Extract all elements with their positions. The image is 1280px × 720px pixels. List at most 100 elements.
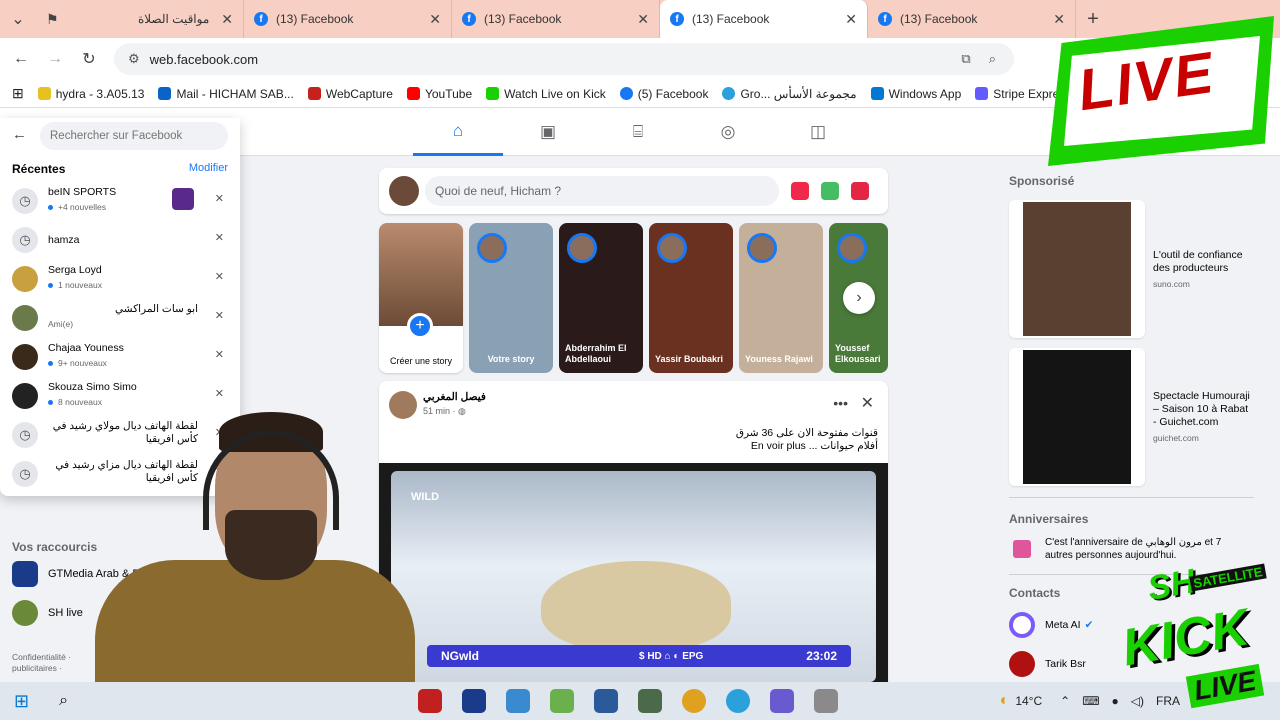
tab-list-button[interactable]: ⌄ <box>0 9 36 29</box>
chrome-icon[interactable] <box>682 689 707 713</box>
recent-item[interactable]: ابو سات المراكشي Ami(e) ✕ <box>12 301 228 337</box>
remove-icon[interactable]: ✕ <box>215 309 224 322</box>
url-field[interactable]: ⚙ web.facebook.com ⧉ ⌕ <box>114 43 1014 75</box>
search-input[interactable] <box>40 122 228 150</box>
more-options-icon[interactable]: ••• <box>833 395 848 411</box>
story-card[interactable]: Youness Rajawi <box>739 223 823 373</box>
bookmark[interactable]: Watch Live on Kick <box>486 87 606 101</box>
home-icon[interactable]: ⌂ <box>413 108 503 156</box>
ad-text[interactable]: L'outil de confiance des producteurs sun… <box>1153 249 1253 291</box>
calculator-icon[interactable] <box>594 689 619 713</box>
story-card[interactable]: Yassir Boubakri <box>649 223 733 373</box>
bookmark[interactable]: Mail - HICHAM SAB... <box>158 87 294 101</box>
edit-link[interactable]: Modifier <box>189 162 228 174</box>
keyboard-icon[interactable]: ⌨ <box>1082 694 1099 708</box>
browser-tab[interactable]: ⚑ مواقيت الصلاة ✕ <box>36 0 244 38</box>
back-arrow-icon[interactable]: ← <box>12 126 27 143</box>
recent-name: Skouza Simo Simo <box>48 381 137 393</box>
reel-icon[interactable] <box>851 182 869 200</box>
close-tab-icon[interactable]: ✕ <box>429 11 441 28</box>
plus-icon[interactable]: + <box>407 313 433 339</box>
taskbar-app-icon[interactable] <box>418 689 443 713</box>
browser-tab[interactable]: f (13) Facebook ✕ <box>244 0 452 38</box>
gaming-icon[interactable]: ◫ <box>773 108 863 156</box>
recent-item[interactable]: ◷ hamza ✕ <box>12 223 228 259</box>
taskbar-app-icon[interactable] <box>462 689 487 713</box>
photo-icon[interactable] <box>821 182 839 200</box>
tab-title: (13) Facebook <box>276 12 354 26</box>
post-video[interactable]: WILD NGwld $ HD ⌂ ◐ EPG 23:02 <box>379 463 888 682</box>
post-time[interactable]: 51 min · ◍ <box>423 406 466 417</box>
footer-links[interactable]: Confidentialité · publicitaires · <box>12 652 71 674</box>
ad-card[interactable] <box>1009 200 1145 338</box>
remove-icon[interactable]: ✕ <box>215 192 224 205</box>
close-tab-icon[interactable]: ✕ <box>637 11 649 28</box>
story-card[interactable]: Abderrahim El Abdellaoui <box>559 223 643 373</box>
forward-icon[interactable]: → <box>38 50 72 68</box>
create-story-card[interactable]: + Créer une story <box>379 223 463 373</box>
bookmark[interactable]: hydra - 3.A05.13 <box>37 86 145 101</box>
video-icon[interactable]: ▣ <box>503 108 593 156</box>
contact-item[interactable]: Tarik Bsr <box>1009 651 1086 677</box>
composer-input[interactable]: Quoi de neuf, Hicham ? <box>425 176 779 206</box>
bookmark[interactable]: YouTube <box>406 87 472 101</box>
ad-card[interactable] <box>1009 348 1145 486</box>
windows-start-icon[interactable]: ⊞ <box>14 691 29 712</box>
close-icon[interactable]: ✕ <box>861 393 874 413</box>
recent-item[interactable]: ◷ beIN SPORTS +4 nouvelles ✕ <box>12 184 228 220</box>
close-tab-icon[interactable]: ✕ <box>845 11 857 28</box>
taskbar-app-icon[interactable] <box>814 689 839 713</box>
taskbar-app-icon[interactable] <box>638 689 663 713</box>
bookmark-label: hydra - 3.A05.13 <box>55 86 145 101</box>
telegram-icon[interactable] <box>726 689 751 713</box>
recent-item[interactable]: Chajaa Youness 9+ nouveaux ✕ <box>12 340 228 376</box>
remove-icon[interactable]: ✕ <box>215 387 224 400</box>
chevron-up-icon[interactable]: ⌃ <box>1060 694 1070 708</box>
remove-icon[interactable]: ✕ <box>215 231 224 244</box>
story-card[interactable]: Votre story <box>469 223 553 373</box>
search-icon[interactable]: ⌕ <box>59 692 68 710</box>
recent-name: Serga Loyd <box>48 264 102 276</box>
install-icon[interactable]: ⧉ <box>961 51 970 67</box>
taskbar-app-icon[interactable] <box>770 689 795 713</box>
weather-temp[interactable]: 14°C <box>1015 694 1042 708</box>
bookmark[interactable]: (5) Facebook <box>619 87 708 101</box>
clock-icon: ◷ <box>12 422 38 448</box>
remove-icon[interactable]: ✕ <box>215 270 224 283</box>
story-avatar <box>657 233 687 263</box>
browser-tab[interactable]: f (13) Facebook ✕ <box>452 0 660 38</box>
ad-text[interactable]: Spectacle Humouraji – Saison 10 à Rabat … <box>1153 390 1253 445</box>
kick-text: KICK <box>1117 598 1254 678</box>
recent-name: hamza <box>48 234 80 246</box>
post-author[interactable]: فيصل المغربي <box>423 391 486 403</box>
close-tab-icon[interactable]: ✕ <box>221 11 233 28</box>
shortcut-item[interactable]: SH live <box>12 600 83 626</box>
browser-tab[interactable]: f (13) Facebook ✕ <box>868 0 1076 38</box>
zoom-icon[interactable]: ⌕ <box>989 51 996 67</box>
bookmark[interactable]: WebCapture <box>307 87 393 101</box>
browser-tab-active[interactable]: f (13) Facebook ✕ <box>660 0 868 38</box>
groups-icon[interactable]: ◎ <box>683 108 773 156</box>
taskbar-app-icon[interactable] <box>550 689 575 713</box>
reload-icon[interactable]: ↻ <box>72 49 106 69</box>
contact-item[interactable]: Meta AI ✔ <box>1009 612 1093 638</box>
recent-item[interactable]: Serga Loyd 1 nouveaux ✕ <box>12 262 228 298</box>
remove-icon[interactable]: ✕ <box>215 348 224 361</box>
apps-icon[interactable]: ⊞ <box>12 85 24 102</box>
close-tab-icon[interactable]: ✕ <box>1053 11 1065 28</box>
bookmark[interactable]: Gro... مجموعة الأسأس <box>722 87 857 101</box>
taskbar-app-icon[interactable] <box>506 689 531 713</box>
post-text-line[interactable]: أفلام حيوانات ... En voir plus <box>736 440 878 453</box>
close-tab-icon[interactable]: ⚑ <box>46 11 59 28</box>
new-tab-button[interactable]: + <box>1076 8 1110 31</box>
marketplace-icon[interactable]: ⌸ <box>593 108 683 156</box>
live-video-icon[interactable] <box>791 182 809 200</box>
weather-icon[interactable]: ◐ <box>1000 692 1010 710</box>
stories-next-button[interactable]: › <box>843 282 875 314</box>
recent-sub-text: 1 nouveaux <box>58 280 102 290</box>
back-icon[interactable]: ← <box>4 50 38 68</box>
clock-icon: ◷ <box>12 461 38 487</box>
bookmark[interactable]: Windows App <box>870 87 961 101</box>
tv-info-bar: NGwld $ HD ⌂ ◐ EPG 23:02 <box>427 645 851 667</box>
site-info-icon[interactable]: ⚙ <box>128 51 140 67</box>
